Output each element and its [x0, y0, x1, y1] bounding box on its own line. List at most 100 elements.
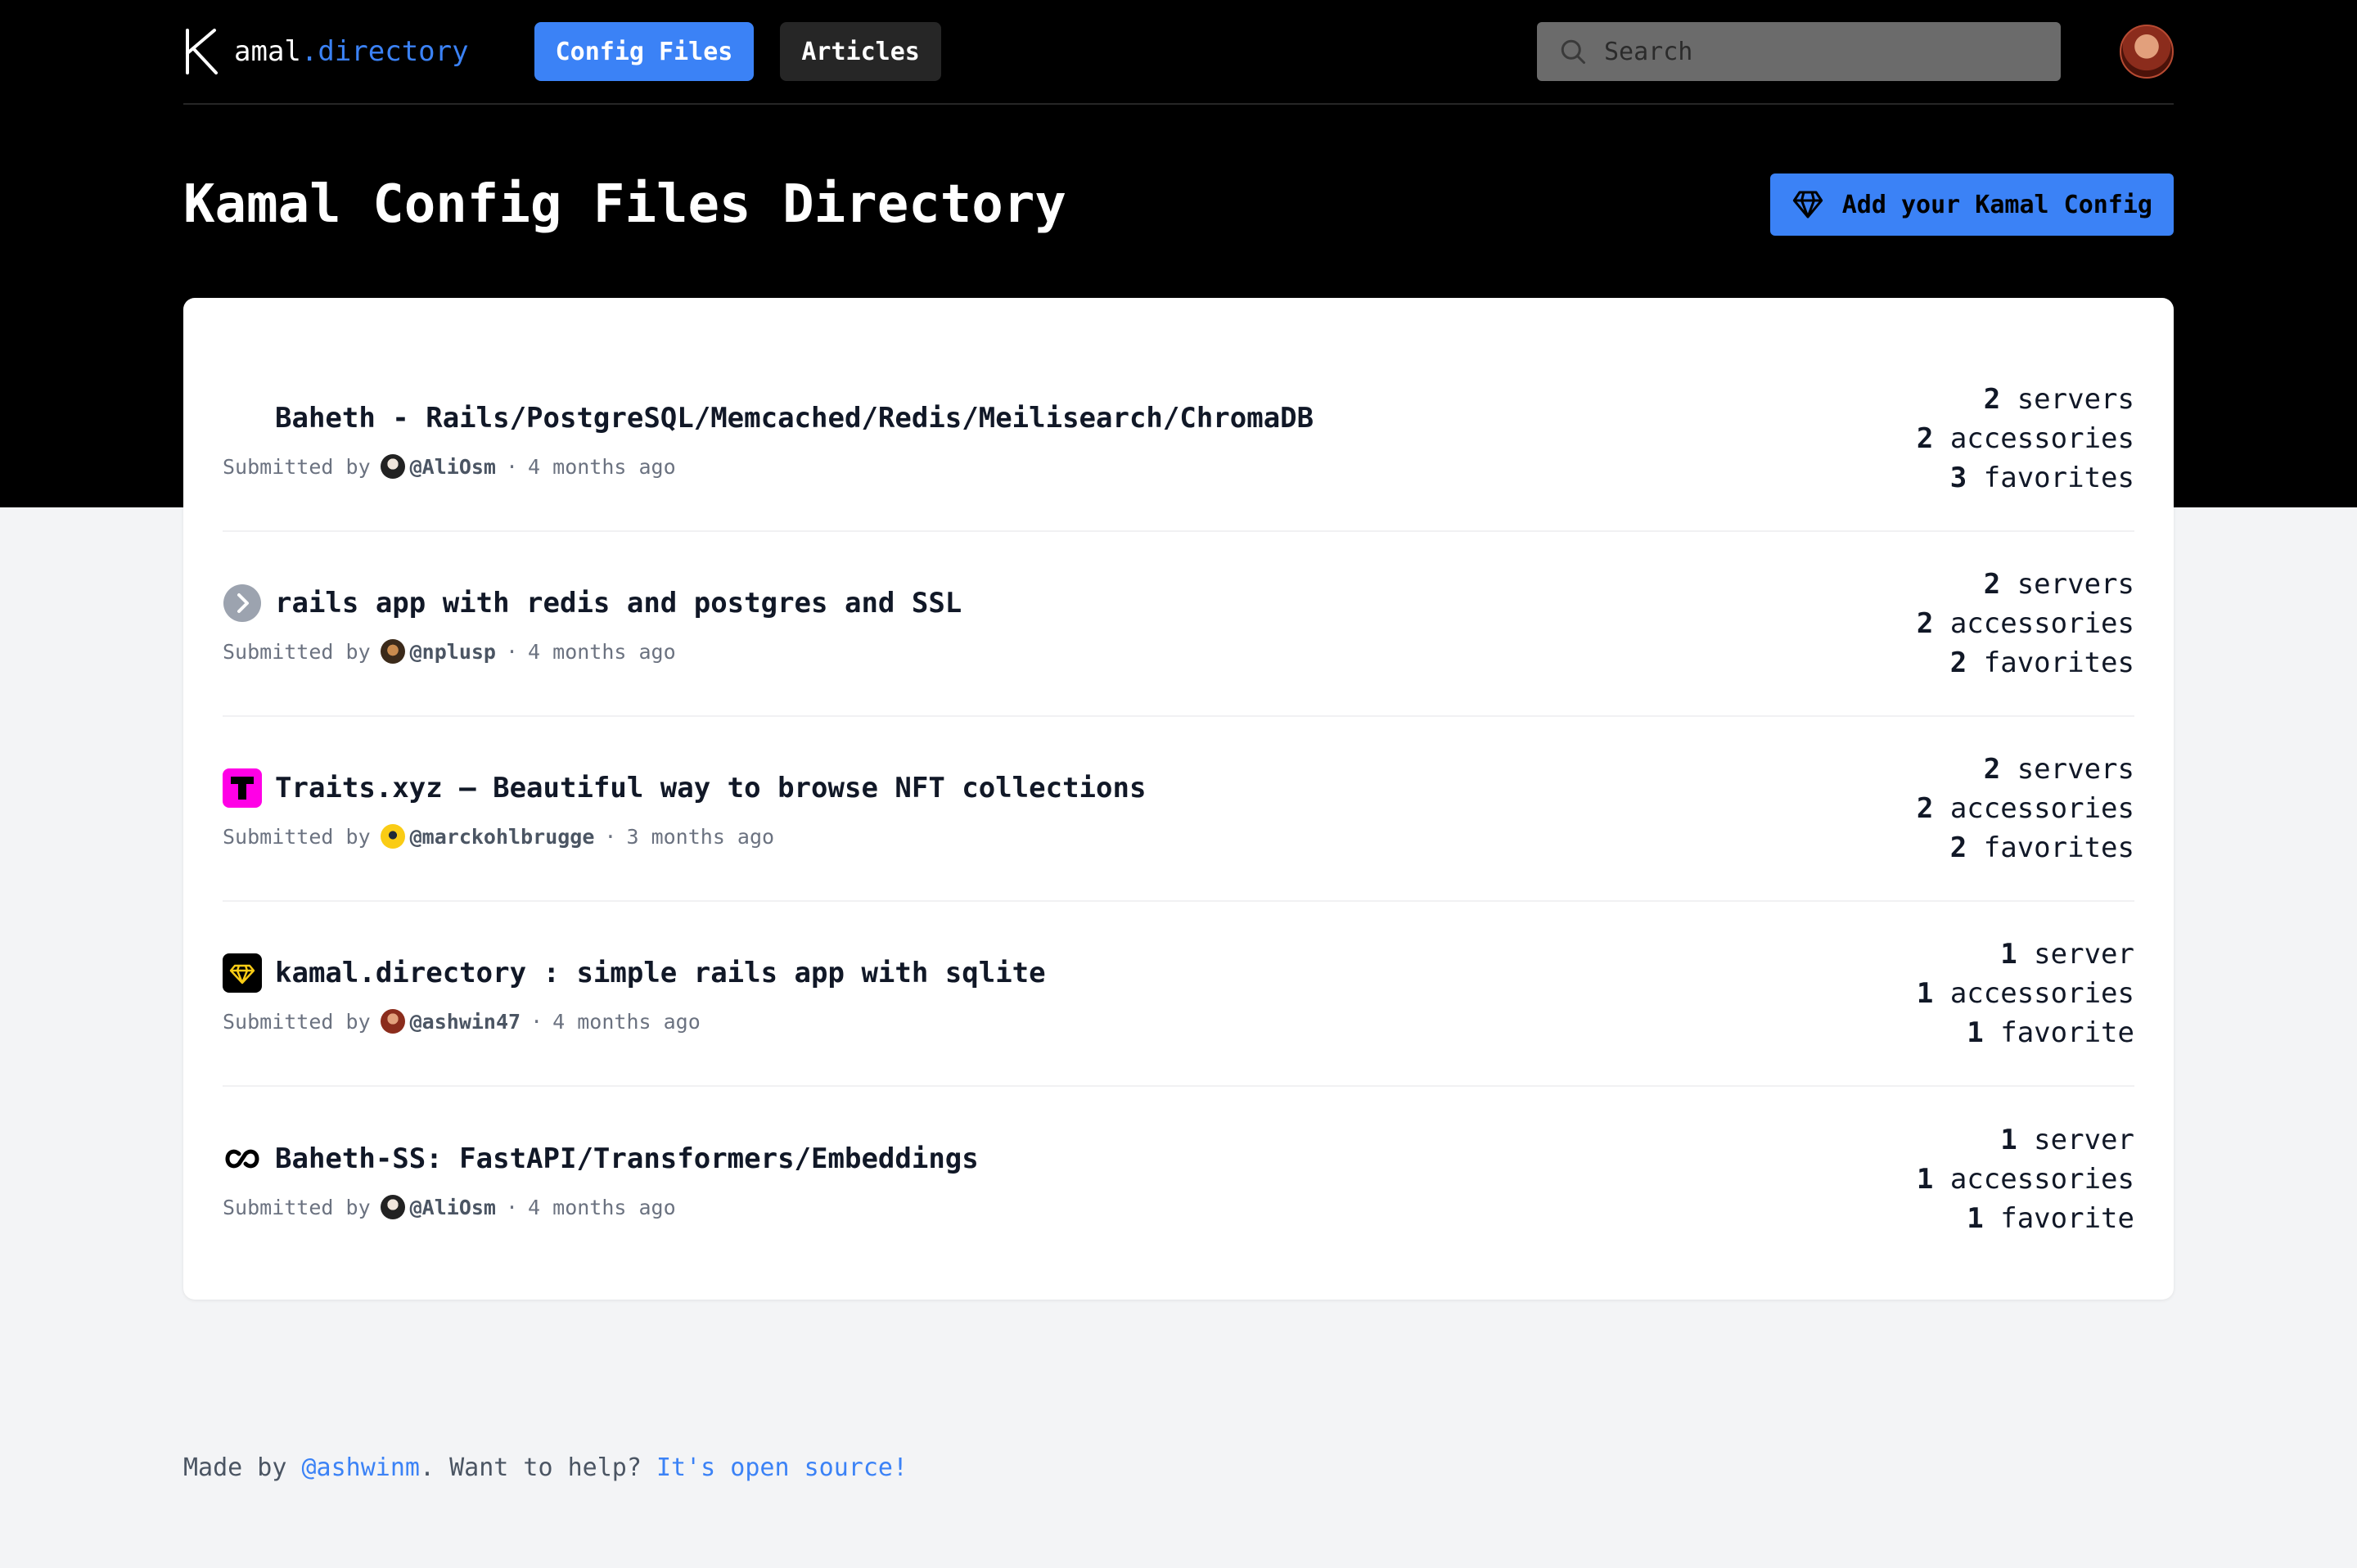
submitter[interactable]: @marckohlbrugge	[380, 824, 595, 849]
config-time: 4 months ago	[552, 1009, 701, 1034]
submitter-avatar	[380, 639, 405, 664]
config-row-info: Baheth - Rails/PostgreSQL/Memcached/Redi…	[223, 399, 1314, 479]
config-meta: Submitted by @marckohlbrugge · 3 months …	[223, 824, 1146, 849]
favorites-stat: 2 favorites	[1949, 647, 2134, 679]
config-row[interactable]: kamal.directory : simple rails app with …	[223, 902, 2134, 1087]
config-stats: 2 servers 2 accessories 3 favorites	[1917, 380, 2134, 498]
config-time: 4 months ago	[528, 454, 676, 479]
config-stats: 2 servers 2 accessories 2 favorites	[1917, 565, 2134, 683]
submitted-by-label: Submitted by	[223, 824, 371, 849]
site-logo[interactable]: amal.directory	[183, 29, 469, 74]
submitter-handle: @ashwin47	[409, 1009, 521, 1034]
submitted-by-label: Submitted by	[223, 1009, 371, 1034]
submitter-avatar	[380, 454, 405, 479]
add-config-button[interactable]: Add your Kamal Config	[1769, 173, 2174, 236]
nav-links: Config Files Articles	[534, 22, 941, 81]
config-meta: Submitted by @AliOsm · 4 months ago	[223, 1195, 979, 1219]
config-title[interactable]: Baheth-SS: FastAPI/Transformers/Embeddin…	[275, 1142, 979, 1175]
submitter[interactable]: @AliOsm	[380, 454, 496, 479]
config-row[interactable]: Baheth-SS: FastAPI/Transformers/Embeddin…	[223, 1087, 2134, 1272]
config-meta: Submitted by @nplusp · 4 months ago	[223, 639, 962, 664]
meta-separator: ·	[505, 454, 519, 479]
meta-separator: ·	[530, 1009, 543, 1034]
favorites-stat: 1 favorite	[1967, 1202, 2134, 1235]
page-title: Kamal Config Files Directory	[183, 174, 1066, 235]
config-title[interactable]: Traits.xyz – Beautiful way to browse NFT…	[275, 772, 1146, 804]
accessories-stat: 2 accessories	[1916, 422, 2134, 455]
top-nav: amal.directory Config Files Articles	[183, 0, 2174, 105]
accessories-stat: 1 accessories	[1916, 977, 2134, 1010]
submitter-avatar	[380, 824, 405, 849]
page-header: Kamal Config Files Directory Add your Ka…	[183, 164, 2174, 246]
footer-help-text: . Want to help?	[420, 1453, 656, 1482]
servers-stat: 2 servers	[1983, 568, 2134, 601]
submitter-avatar	[380, 1195, 405, 1219]
add-config-label: Add your Kamal Config	[1841, 190, 2152, 219]
submitter-handle: @marckohlbrugge	[409, 824, 595, 849]
favorites-stat: 3 favorites	[1949, 462, 2134, 494]
search-input[interactable]	[1604, 37, 2039, 66]
config-title[interactable]: rails app with redis and postgres and SS…	[275, 587, 962, 620]
chevron-right-circle-icon	[223, 583, 262, 623]
logo-text: amal.directory	[234, 35, 469, 68]
servers-stat: 2 servers	[1983, 383, 2134, 416]
servers-stat: 2 servers	[1983, 753, 2134, 786]
config-title[interactable]: Baheth - Rails/PostgreSQL/Memcached/Redi…	[275, 402, 1314, 435]
submitter[interactable]: @ashwin47	[380, 1009, 521, 1034]
config-row[interactable]: rails app with redis and postgres and SS…	[223, 532, 2134, 717]
footer-made-by: Made by	[183, 1453, 302, 1482]
submitted-by-label: Submitted by	[223, 1195, 371, 1219]
config-row-info: kamal.directory : simple rails app with …	[223, 953, 1046, 1034]
config-row-info: Baheth-SS: FastAPI/Transformers/Embeddin…	[223, 1139, 979, 1219]
search-icon	[1561, 39, 1585, 64]
config-stats: 1 server 1 accessories 1 favorite	[1917, 935, 2134, 1052]
config-row[interactable]: Baheth - Rails/PostgreSQL/Memcached/Redi…	[223, 347, 2134, 532]
footer: Made by @ashwinm. Want to help? It's ope…	[183, 1453, 2174, 1482]
submitter-handle: @AliOsm	[409, 454, 496, 479]
meta-separator: ·	[505, 1195, 519, 1219]
chain-link-icon	[223, 1139, 262, 1178]
config-title-line: Traits.xyz – Beautiful way to browse NFT…	[223, 768, 1146, 808]
servers-stat: 1 server	[2000, 938, 2134, 971]
gem-icon	[1792, 191, 1823, 219]
kamal-k-logo-icon	[186, 29, 218, 74]
submitter[interactable]: @nplusp	[380, 639, 496, 664]
blank-icon	[223, 399, 262, 438]
submitter-avatar	[380, 1009, 405, 1034]
favorites-stat: 2 favorites	[1949, 831, 2134, 864]
nav-config-files-button[interactable]: Config Files	[534, 22, 755, 81]
config-title-line: rails app with redis and postgres and SS…	[223, 583, 962, 623]
user-avatar[interactable]	[2120, 25, 2174, 79]
config-stats: 1 server 1 accessories 1 favorite	[1917, 1120, 2134, 1238]
meta-separator: ·	[505, 639, 519, 664]
search-box[interactable]	[1537, 22, 2061, 81]
config-list-card: Baheth - Rails/PostgreSQL/Memcached/Redi…	[183, 298, 2174, 1300]
config-stats: 2 servers 2 accessories 2 favorites	[1917, 750, 2134, 867]
submitter-handle: @nplusp	[409, 639, 496, 664]
submitted-by-label: Submitted by	[223, 639, 371, 664]
accessories-stat: 1 accessories	[1916, 1163, 2134, 1196]
nav-articles-button[interactable]: Articles	[780, 22, 941, 81]
config-title-line: kamal.directory : simple rails app with …	[223, 953, 1046, 993]
gem-icon	[223, 953, 262, 993]
submitter-handle: @AliOsm	[409, 1195, 496, 1219]
config-time: 4 months ago	[528, 1195, 676, 1219]
accessories-stat: 2 accessories	[1916, 792, 2134, 825]
config-title-line: Baheth - Rails/PostgreSQL/Memcached/Redi…	[223, 399, 1314, 438]
config-meta: Submitted by @ashwin47 · 4 months ago	[223, 1009, 1046, 1034]
config-title-line: Baheth-SS: FastAPI/Transformers/Embeddin…	[223, 1139, 979, 1178]
traits-logo-icon	[223, 768, 262, 808]
servers-stat: 1 server	[2000, 1124, 2134, 1156]
config-meta: Submitted by @AliOsm · 4 months ago	[223, 454, 1314, 479]
config-time: 4 months ago	[528, 639, 676, 664]
submitted-by-label: Submitted by	[223, 454, 371, 479]
config-row[interactable]: Traits.xyz – Beautiful way to browse NFT…	[223, 717, 2134, 902]
favorites-stat: 1 favorite	[1967, 1016, 2134, 1049]
footer-open-source-link[interactable]: It's open source!	[656, 1453, 908, 1482]
meta-separator: ·	[604, 824, 617, 849]
submitter[interactable]: @AliOsm	[380, 1195, 496, 1219]
config-row-info: Traits.xyz – Beautiful way to browse NFT…	[223, 768, 1146, 849]
config-title[interactable]: kamal.directory : simple rails app with …	[275, 957, 1046, 989]
accessories-stat: 2 accessories	[1916, 607, 2134, 640]
footer-author-link[interactable]: @ashwinm	[302, 1453, 421, 1482]
